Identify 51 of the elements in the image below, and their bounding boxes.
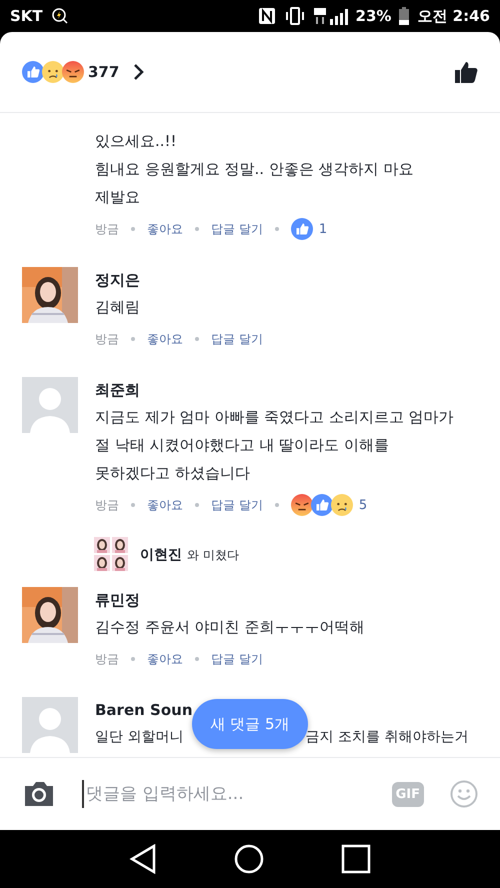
reaction-count[interactable]: 1 xyxy=(318,222,328,236)
like-link[interactable]: 좋아요 xyxy=(147,650,183,668)
camera-icon[interactable] xyxy=(22,780,56,808)
recent-apps-icon[interactable] xyxy=(341,844,372,874)
carrier-name: SKT xyxy=(10,7,43,25)
comment-text: 일단 외할머니 xyxy=(95,728,184,747)
signal-icon xyxy=(314,7,348,25)
battery-icon xyxy=(399,7,410,25)
comment-text: 있으세요..!! 힘내요 응원할게요 정말.. 안좋은 생각하지 마요 제발요 xyxy=(95,131,414,208)
reply-link[interactable]: 답글 달기 xyxy=(211,220,263,238)
reply-link[interactable]: 답글 달기 xyxy=(211,330,263,348)
comment-text: 금지 조치를 취해야하는거 xyxy=(305,728,468,747)
comment-time: 방금 xyxy=(95,496,119,514)
thumbs-up-icon[interactable] xyxy=(454,60,478,84)
comment-time: 방금 xyxy=(95,330,119,348)
reaction-count[interactable]: 377 xyxy=(88,63,120,81)
chevron-right-icon[interactable] xyxy=(133,63,146,81)
clock: 오전 2:46 xyxy=(417,6,490,26)
angry-reaction-icon xyxy=(290,494,313,516)
angry-reaction-icon xyxy=(62,61,84,83)
avatar-placeholder-icon xyxy=(22,377,78,433)
reply-link[interactable]: 답글 달기 xyxy=(211,650,263,668)
like-link[interactable]: 좋아요 xyxy=(147,330,183,348)
reply-author[interactable]: 이현진 xyxy=(140,547,182,563)
reply-link[interactable]: 답글 달기 xyxy=(211,496,263,514)
comment-text: 지금도 제가 엄마 아빠를 죽였다고 소리지르고 엄마가 절 낙태 시켰어야했다고 내 딸이라도 이해를 못하겠다고 하셨습니다 xyxy=(95,407,454,484)
reply-text: 와 미쳤다 xyxy=(187,548,239,562)
comment-author[interactable]: 정지은 xyxy=(95,267,140,293)
battery-percent: 23% xyxy=(356,7,392,25)
reaction-count[interactable]: 5 xyxy=(358,498,368,512)
like-link[interactable]: 좋아요 xyxy=(147,220,183,238)
comment-time: 방금 xyxy=(95,220,119,238)
like-reaction-icon xyxy=(290,218,313,240)
comment-author[interactable]: 류민정 xyxy=(95,587,140,613)
sad-reaction-icon xyxy=(42,61,64,83)
new-comments-toast[interactable]: 새 댓글 5개 xyxy=(192,699,308,749)
comment-text: 김수정 주윤서 야미친 준희ㅜㅜㅜ어떡해 xyxy=(95,617,364,638)
comment-time: 방금 xyxy=(95,650,119,668)
comment-author[interactable]: 최준희 xyxy=(95,377,140,403)
sad-reaction-icon xyxy=(330,494,353,516)
vibrate-icon xyxy=(284,7,306,25)
like-link[interactable]: 좋아요 xyxy=(147,496,183,514)
home-icon[interactable] xyxy=(234,844,264,874)
like-reaction-icon xyxy=(22,61,44,83)
nfc-icon xyxy=(258,7,276,25)
like-reaction-icon xyxy=(310,494,333,516)
avatar-placeholder-icon xyxy=(22,697,78,753)
power-saving-icon xyxy=(50,7,69,25)
back-icon[interactable] xyxy=(128,844,157,874)
comment-text: 김혜림 xyxy=(95,297,140,318)
comment-author[interactable]: Baren Soun xyxy=(95,697,192,723)
